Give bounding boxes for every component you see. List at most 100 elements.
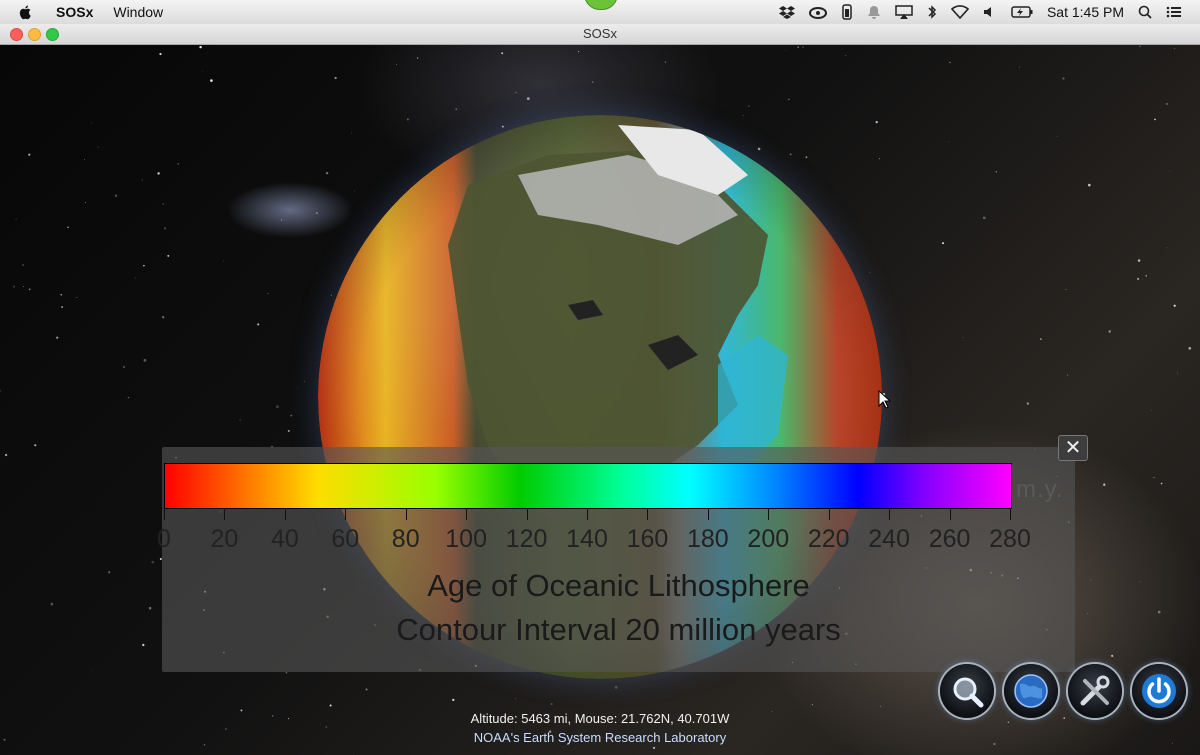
search-icon bbox=[953, 677, 984, 708]
star bbox=[501, 52, 504, 55]
notch-indicator bbox=[584, 0, 618, 10]
star bbox=[329, 704, 332, 707]
legend-ticks bbox=[164, 508, 1011, 522]
star bbox=[1111, 654, 1114, 658]
status-icons: Sat 1:45 PM bbox=[778, 0, 1200, 24]
legend-title: Age of Oceanic Lithosphere bbox=[427, 568, 810, 603]
spotlight-search-icon[interactable] bbox=[1138, 5, 1152, 19]
star bbox=[1173, 304, 1176, 307]
legend-tick bbox=[768, 508, 770, 520]
star bbox=[784, 50, 786, 51]
menu-window[interactable]: Window bbox=[113, 4, 163, 20]
star bbox=[1139, 581, 1141, 583]
star bbox=[1157, 610, 1161, 614]
star bbox=[1026, 402, 1029, 405]
star bbox=[1188, 346, 1192, 350]
star bbox=[50, 602, 54, 606]
legend-tick-label: 260 bbox=[928, 525, 971, 553]
legend-tick bbox=[707, 508, 709, 520]
star bbox=[1165, 102, 1169, 106]
legend-close-button[interactable]: ✕ bbox=[1058, 435, 1088, 461]
star bbox=[287, 429, 290, 432]
notification-center-icon[interactable] bbox=[1166, 5, 1182, 19]
battery-app-icon[interactable] bbox=[841, 4, 853, 20]
star bbox=[1103, 483, 1106, 486]
search-button[interactable] bbox=[940, 664, 994, 718]
star bbox=[452, 698, 455, 702]
star bbox=[202, 71, 203, 72]
wifi-icon[interactable] bbox=[950, 5, 969, 19]
star bbox=[108, 571, 111, 574]
star bbox=[1137, 277, 1140, 280]
window-title-bar[interactable]: SOSx bbox=[0, 24, 1200, 45]
star bbox=[788, 98, 790, 101]
star bbox=[60, 294, 62, 296]
legend-tick bbox=[164, 508, 165, 520]
volume-icon[interactable] bbox=[983, 5, 997, 19]
legend-tick bbox=[405, 508, 407, 520]
legend-tick bbox=[526, 508, 528, 520]
legend-tick bbox=[587, 508, 588, 520]
data-credit: NOAA's Earth System Research Laboratory bbox=[473, 730, 727, 745]
star bbox=[143, 264, 145, 267]
star bbox=[76, 296, 78, 299]
mouse-cursor bbox=[878, 390, 892, 409]
star bbox=[34, 444, 37, 447]
star bbox=[276, 405, 279, 409]
star bbox=[1169, 170, 1170, 172]
star bbox=[92, 670, 93, 671]
menubar-clock[interactable]: Sat 1:45 PM bbox=[1047, 4, 1124, 20]
legend-tick bbox=[284, 508, 286, 520]
power-button[interactable] bbox=[1132, 664, 1186, 718]
bluetooth-icon[interactable] bbox=[927, 4, 937, 20]
star bbox=[159, 52, 162, 56]
star bbox=[303, 381, 305, 382]
airplay-icon[interactable] bbox=[895, 5, 913, 19]
star bbox=[802, 46, 804, 48]
star bbox=[1160, 482, 1163, 485]
star bbox=[948, 141, 950, 143]
battery-icon[interactable] bbox=[1011, 6, 1033, 18]
legend-tick-label: 280 bbox=[989, 525, 1031, 553]
star bbox=[949, 61, 951, 64]
star bbox=[162, 203, 164, 205]
legend-tick-label: 0 bbox=[157, 525, 171, 553]
star bbox=[257, 323, 260, 326]
star bbox=[1145, 274, 1147, 277]
star bbox=[22, 264, 25, 266]
star bbox=[1151, 409, 1152, 411]
star bbox=[12, 285, 16, 288]
star bbox=[141, 179, 143, 181]
creative-cloud-icon[interactable] bbox=[808, 5, 827, 19]
star bbox=[417, 57, 419, 59]
legend-subtitle: Contour Interval 20 million years bbox=[396, 612, 841, 647]
star bbox=[28, 153, 31, 156]
star bbox=[143, 359, 147, 362]
star bbox=[223, 260, 224, 262]
star bbox=[1090, 579, 1092, 581]
app-menu[interactable]: SOSx bbox=[56, 4, 93, 20]
star bbox=[592, 81, 594, 83]
tools-button[interactable] bbox=[1068, 664, 1122, 718]
star bbox=[280, 219, 283, 221]
star bbox=[941, 242, 945, 245]
star bbox=[4, 453, 8, 457]
star bbox=[1174, 48, 1176, 50]
star bbox=[550, 702, 553, 706]
star bbox=[61, 306, 63, 308]
legend-tick bbox=[889, 508, 891, 520]
apple-icon[interactable] bbox=[18, 4, 34, 20]
star bbox=[285, 671, 288, 674]
dropbox-icon[interactable] bbox=[778, 5, 795, 19]
notifications-icon[interactable] bbox=[867, 5, 881, 19]
star bbox=[396, 64, 398, 65]
star bbox=[177, 163, 179, 165]
star bbox=[455, 108, 458, 111]
legend-tick bbox=[1010, 508, 1011, 520]
globe-button[interactable] bbox=[1004, 664, 1058, 718]
color-scale-bar bbox=[164, 463, 1012, 509]
altitude-mouse-readout: Altitude: 5463 mi, Mouse: 21.762N, 40.70… bbox=[470, 711, 730, 726]
legend-units: m.y. bbox=[1016, 476, 1064, 503]
star bbox=[962, 337, 964, 338]
star bbox=[880, 706, 881, 707]
